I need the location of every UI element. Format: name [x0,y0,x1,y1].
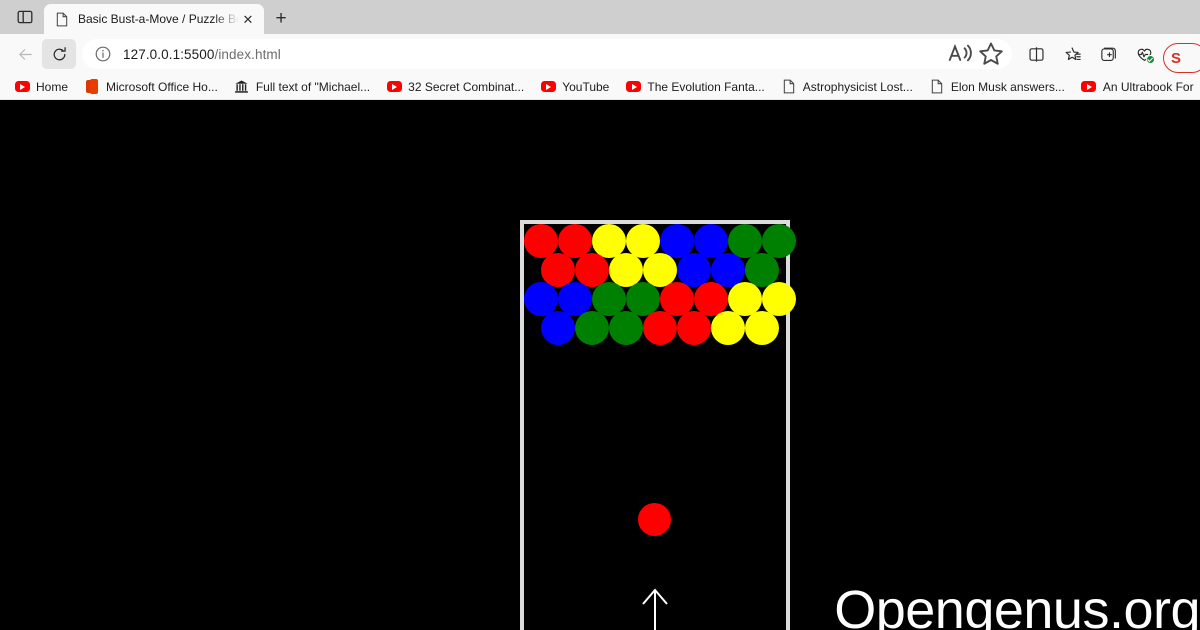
page-icon [929,79,945,95]
youtube-icon [540,79,556,95]
reload-icon[interactable] [42,39,76,69]
bookmark-label: Microsoft Office Ho... [106,79,218,94]
bubble-yellow [711,311,745,345]
back-arrow-icon[interactable] [8,39,42,69]
bookmark-item[interactable]: 32 Secret Combinat... [378,76,532,98]
avatar-initial: S [1171,49,1182,67]
bookmark-label: YouTube [562,79,610,94]
bookmark-item[interactable]: Elon Musk answers... [921,76,1073,98]
navigation-toolbar: 127.0.0.1:5500/index.html S [0,34,1200,74]
aim-arrow[interactable] [630,586,680,630]
office-icon [84,79,100,95]
favorites-icon[interactable] [1054,39,1090,69]
current-bubble[interactable] [638,503,671,536]
bookmark-label: The Evolution Fanta... [647,79,765,94]
bubble-grid [524,224,796,630]
profile-container: S [1162,39,1200,73]
bookmark-item[interactable]: Home [6,76,76,98]
new-tab-button[interactable]: + [264,4,298,34]
bubble-red [677,311,711,345]
youtube-icon [386,79,402,95]
watermark: Opengenus.org [834,580,1200,630]
address-bar[interactable]: 127.0.0.1:5500/index.html [82,39,1012,69]
browser-essentials-icon[interactable] [1126,39,1162,69]
bookmark-label: Home [36,79,69,94]
status-badge [1146,55,1155,64]
game-board[interactable] [520,220,796,630]
bookmark-label: Elon Musk answers... [950,79,1065,94]
url-host: 127.0.0.1:5500 [123,46,215,62]
browser-tab[interactable]: Basic Bust-a-Move / Puzzle Bobb ✕ [44,4,264,34]
page-icon [781,79,797,95]
close-icon[interactable]: ✕ [239,10,257,28]
star-icon[interactable] [976,41,1006,67]
site-info-icon[interactable] [94,45,112,63]
archive-icon [234,79,250,95]
bubble-green [609,311,643,345]
tab-strip: Basic Bust-a-Move / Puzzle Bobb ✕ + [0,0,1200,34]
bookmark-label: Full text of "Michael... [255,79,371,94]
bubble-yellow [745,311,779,345]
youtube-icon [625,79,641,95]
bookmark-item[interactable]: YouTube [532,76,617,98]
split-screen-icon[interactable] [1018,39,1054,69]
browser-window: Basic Bust-a-Move / Puzzle Bobb ✕ + 127.… [0,0,1200,630]
bookmark-label: 32 Secret Combinat... [408,79,525,94]
bookmark-item[interactable]: Astrophysicist Lost... [773,76,921,98]
youtube-icon [1081,79,1097,95]
page-icon [54,11,70,27]
tab-list-icon[interactable] [6,0,44,34]
bookmark-item[interactable]: Microsoft Office Ho... [76,76,226,98]
bookmarks-bar: Home Microsoft Office Ho... Full text of… [0,74,1200,100]
bookmark-item[interactable]: An Ultrabook For [1073,76,1200,98]
page-content: Opengenus.org [0,101,1200,630]
url-path: /index.html [214,46,281,62]
bookmark-label: Astrophysicist Lost... [802,79,913,94]
tab-title: Basic Bust-a-Move / Puzzle Bobb [78,12,239,26]
avatar[interactable]: S [1163,43,1200,73]
youtube-icon [14,79,30,95]
bubble-blue [541,311,575,345]
read-aloud-icon[interactable] [946,41,976,67]
bubble-green [575,311,609,345]
bookmark-item[interactable]: The Evolution Fanta... [617,76,772,98]
url-text[interactable]: 127.0.0.1:5500/index.html [123,47,946,62]
bookmark-item[interactable]: Full text of "Michael... [226,76,378,98]
collections-icon[interactable] [1090,39,1126,69]
bubble-red [643,311,677,345]
bookmark-label: An Ultrabook For [1102,79,1194,94]
